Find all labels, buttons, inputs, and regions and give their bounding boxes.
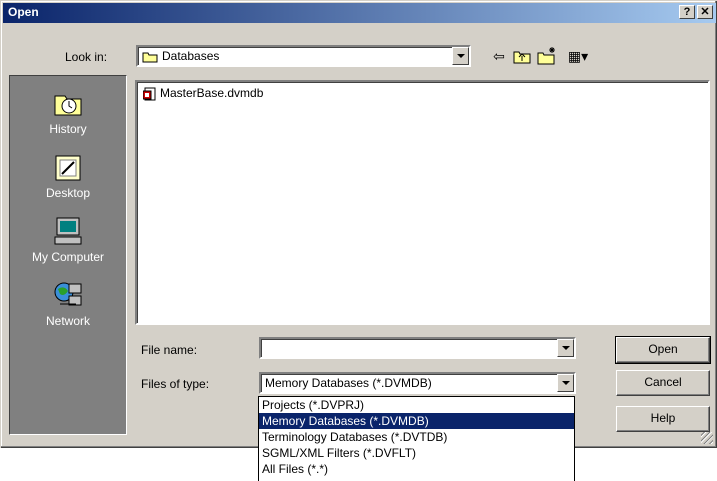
folder-icon [142, 52, 158, 63]
file-type-dropdown-list[interactable]: Projects (*.DVPRJ) Memory Databases (*.D… [258, 396, 575, 481]
my-computer-icon [52, 216, 84, 246]
file-type-value: Memory Databases (*.DVMDB) [265, 376, 432, 390]
help-button[interactable]: Help [616, 406, 710, 432]
look-in-label: Look in: [65, 50, 108, 64]
window-title: Open [8, 5, 39, 19]
file-type-option[interactable]: Projects (*.DVPRJ) [259, 397, 574, 413]
file-list[interactable]: MasterBase.dvmdb [135, 80, 710, 325]
file-type-option[interactable]: All Files (*.*) [259, 461, 574, 477]
file-name-field[interactable] [259, 337, 576, 359]
file-type-dropdown-button[interactable] [557, 374, 574, 392]
file-type-option[interactable]: Memory Databases (*.DVMDB) [259, 413, 574, 429]
place-network-label: Network [45, 314, 90, 328]
back-icon[interactable]: ⇦ [489, 46, 509, 66]
place-my-computer-label: My Computer [31, 250, 105, 264]
file-type-combo[interactable]: Memory Databases (*.DVMDB) [259, 372, 576, 394]
look-in-value: Databases [162, 49, 220, 63]
up-folder-icon[interactable] [512, 46, 532, 66]
look-in-dropdown-button[interactable] [452, 47, 469, 65]
network-icon [52, 280, 84, 310]
cancel-button[interactable]: Cancel [616, 370, 710, 396]
desktop-icon [52, 152, 84, 182]
help-caption-button[interactable]: ? [679, 5, 695, 19]
file-name-text: MasterBase.dvmdb [160, 86, 264, 100]
database-file-icon [142, 87, 157, 101]
file-name-label: File name: [141, 343, 198, 357]
place-desktop-label: Desktop [45, 186, 91, 200]
places-bar: History Desktop My Computer Network [9, 75, 127, 435]
close-button[interactable]: ✕ [697, 5, 713, 19]
file-type-label: Files of type: [141, 377, 210, 391]
place-history[interactable]: History [10, 88, 126, 136]
history-icon [52, 88, 84, 118]
place-my-computer[interactable]: My Computer [10, 216, 126, 264]
file-type-option[interactable]: Terminology Databases (*.DVTDB) [259, 429, 574, 445]
title-bar[interactable]: Open ? ✕ [3, 3, 716, 23]
file-type-option[interactable]: SGML/XML Filters (*.DVFLT) [259, 445, 574, 461]
look-in-combo[interactable]: Databases [136, 45, 471, 67]
new-folder-icon[interactable] [537, 46, 557, 66]
views-menu-icon[interactable]: ▦▾ [563, 46, 593, 66]
place-network[interactable]: Network [10, 280, 126, 328]
open-button[interactable]: Open [615, 336, 711, 364]
place-history-label: History [49, 122, 87, 136]
file-item[interactable]: MasterBase.dvmdb [142, 86, 264, 101]
file-name-dropdown-button[interactable] [557, 339, 574, 357]
place-desktop[interactable]: Desktop [10, 152, 126, 200]
resize-grip[interactable] [701, 432, 713, 444]
open-dialog: Open ? ✕ Look in: Databases ⇦ ▦▾ History… [0, 0, 717, 448]
